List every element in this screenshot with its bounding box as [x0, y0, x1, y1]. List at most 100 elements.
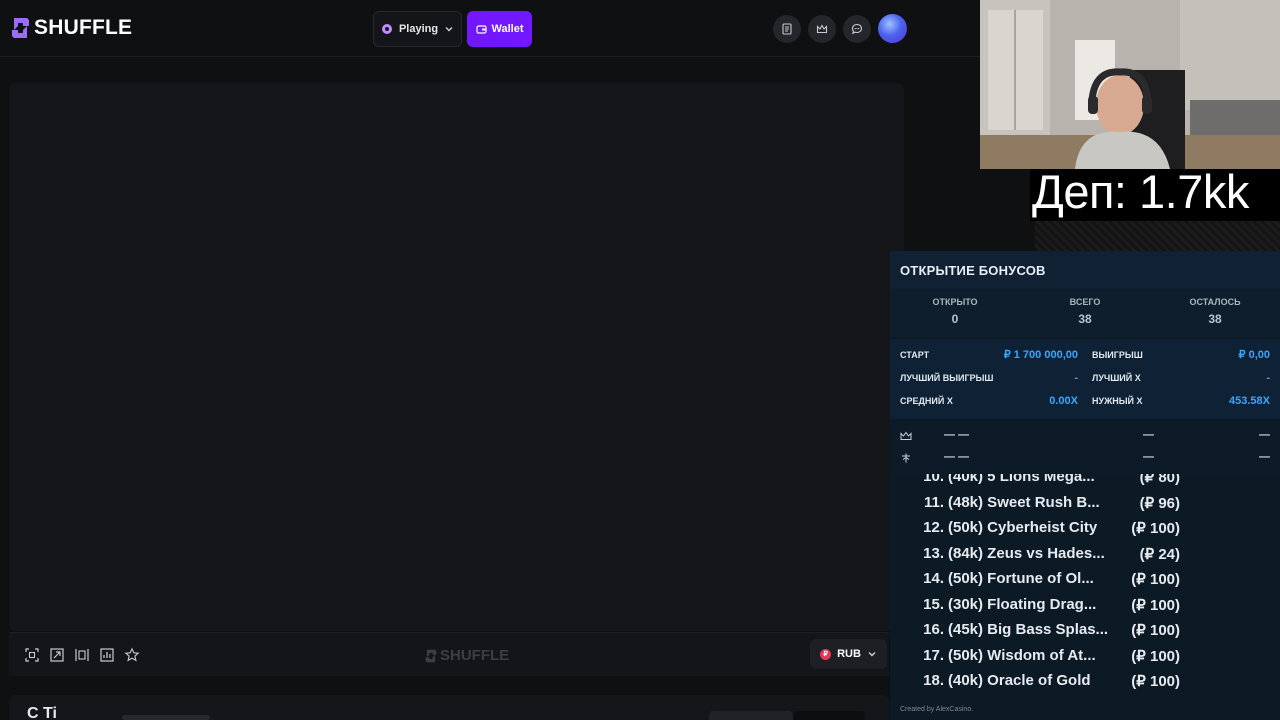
- shuffle-logo-icon: [425, 649, 437, 662]
- list-item-number: 10.: [923, 474, 944, 485]
- list-item-number: 15.: [923, 596, 944, 613]
- list-item-number: 11.: [923, 494, 944, 511]
- shuffle-logo[interactable]: SHUFFLE: [11, 16, 132, 40]
- list-item-name: (50k) Fortune of Ol...: [948, 570, 1094, 587]
- shovel-icon: [902, 453, 910, 463]
- list-item-number: 16.: [923, 621, 944, 638]
- worst-end: —: [1259, 451, 1270, 463]
- stat-total: ВСЕГО 38: [1025, 297, 1145, 326]
- list-item-bet: (₽ 100): [1131, 520, 1180, 537]
- best-x-label: ЛУЧШИЙ X: [1092, 373, 1141, 383]
- worst-name: — —: [944, 451, 970, 463]
- chip-icon: [381, 24, 392, 34]
- rewards-button[interactable]: [808, 15, 836, 43]
- fullscreen-icon[interactable]: [49, 647, 65, 663]
- list-item-name: (84k) Zeus vs Hades...: [948, 545, 1105, 562]
- list-item: 14. (50k) Fortune of Ol... (₽ 100): [890, 570, 1280, 594]
- ruble-icon: ₽: [820, 648, 832, 660]
- best-end: —: [1259, 429, 1270, 441]
- worst-mid: —: [1143, 451, 1154, 463]
- list-item-name: (50k) Cyberheist City: [948, 519, 1098, 536]
- best-win-value: -: [1074, 372, 1078, 384]
- list-item-name: (50k) Wisdom of At...: [948, 647, 1096, 664]
- list-item-number: 14.: [923, 570, 944, 587]
- list-item: 11. (48k) Sweet Rush B... (₽ 96): [890, 494, 1280, 518]
- carbon-pattern: [1035, 221, 1280, 251]
- list-item: 17. (50k) Wisdom of At... (₽ 100): [890, 647, 1280, 671]
- deposit-overlay-text: Деп: 1.7kk: [1032, 165, 1249, 218]
- stat-label: ОСТАЛОСЬ: [1189, 297, 1241, 307]
- avg-x-value: 0.00X: [1049, 395, 1078, 407]
- stats-icon[interactable]: [99, 647, 115, 663]
- game-toolbar: SHUFFLE: [9, 632, 889, 676]
- toolbar-logo: SHUFFLE: [425, 647, 509, 664]
- wallet-button[interactable]: Wallet: [467, 11, 532, 47]
- stat-label: ОТКРЫТО: [932, 297, 978, 307]
- best-mid: —: [1143, 429, 1154, 441]
- chevron-down-icon: [445, 27, 453, 32]
- game-frame[interactable]: [9, 83, 904, 631]
- bonus-stats: ОТКРЫТО 0 ВСЕГО 38 ОСТАЛОСЬ 38: [890, 289, 1280, 337]
- list-item-number: 17.: [923, 647, 944, 664]
- list-item-name: (45k) Big Bass Splas...: [948, 621, 1109, 638]
- list-item-name: (30k) Floating Drag...: [948, 596, 1097, 613]
- best-x-value: -: [1266, 372, 1270, 384]
- wallet-icon: [475, 24, 487, 34]
- crown-icon: [900, 431, 912, 440]
- currency-selector[interactable]: ₽ RUB: [810, 639, 887, 669]
- list-item: 18. (40k) Oracle of Gold (₽ 100): [890, 672, 1280, 696]
- stat-remaining: ОСТАЛОСЬ 38: [1155, 297, 1275, 326]
- playing-dropdown[interactable]: Playing: [373, 11, 462, 47]
- chat-button[interactable]: [843, 15, 871, 43]
- chevron-down-icon: [868, 652, 876, 657]
- list-item-bet: (₽ 100): [1131, 648, 1180, 665]
- stat-value: 38: [1208, 312, 1222, 326]
- list-item-name: (40k) 5 Lions Mega...: [948, 474, 1095, 485]
- list-item-name: (40k) Oracle of Gold: [948, 672, 1091, 689]
- bonus-hunt-panel: ОТКРЫТИЕ БОНУСОВ ОТКРЫТО 0 ВСЕГО 38 ОСТА…: [890, 251, 1280, 720]
- list-item: 13. (84k) Zeus vs Hades... (₽ 24): [890, 545, 1280, 569]
- list-item-bet: (₽ 80): [1139, 474, 1180, 486]
- playing-label: Playing: [398, 23, 439, 35]
- win-value: ₽ 0,00: [1238, 349, 1270, 361]
- info-tab-dark[interactable]: [793, 711, 865, 720]
- chat-icon: [851, 23, 863, 35]
- bonus-list: 10. (40k) 5 Lions Mega... (₽ 80) 11. (48…: [890, 474, 1280, 700]
- list-item-bet: (₽ 100): [1131, 597, 1180, 614]
- list-item-bet: (₽ 96): [1139, 495, 1180, 512]
- favorite-star-icon[interactable]: [124, 647, 140, 663]
- needed-x-value: 453.58X: [1229, 395, 1270, 407]
- stat-value: 0: [951, 312, 959, 326]
- best-name: — —: [944, 429, 970, 441]
- start-label: СТАРТ: [900, 350, 930, 360]
- list-item-bet: (₽ 24): [1139, 546, 1180, 563]
- best-results: — — — — — — — —: [890, 421, 1280, 474]
- info-tab[interactable]: [709, 711, 793, 720]
- theatre-mode-icon[interactable]: [74, 647, 90, 663]
- stat-opened: ОТКРЫТО 0: [895, 297, 1015, 326]
- list-item: 10. (40k) 5 Lions Mega... (₽ 80): [890, 474, 1280, 492]
- best-win-label: ЛУЧШИЙ ВЫИГРЫШ: [900, 373, 994, 383]
- game-info-strip: C Ti: [9, 695, 889, 720]
- notes-button[interactable]: [773, 15, 801, 43]
- list-item: 15. (30k) Floating Drag... (₽ 100): [890, 596, 1280, 620]
- list-item-bet: (₽ 100): [1131, 571, 1180, 588]
- logo-text: SHUFFLE: [34, 16, 133, 39]
- bonus-panel-title: ОТКРЫТИЕ БОНУСОВ: [900, 263, 1046, 278]
- toolbar-logo-text: SHUFFLE: [440, 647, 510, 664]
- webcam-feed: [980, 0, 1280, 169]
- list-item-number: 18.: [923, 672, 944, 689]
- screenshot-icon[interactable]: [24, 647, 40, 663]
- start-value: ₽ 1 700 000,00: [1003, 349, 1078, 361]
- provider-tag[interactable]: [122, 715, 210, 720]
- list-item-number: 12.: [923, 519, 944, 536]
- top-bar: SHUFFLE Playing Wallet: [0, 0, 980, 57]
- needed-x-label: НУЖНЫЙ X: [1092, 396, 1143, 406]
- list-item-bet: (₽ 100): [1131, 673, 1180, 690]
- bonus-panel-header: ОТКРЫТИЕ БОНУСОВ: [890, 251, 1280, 289]
- avg-x-label: СРЕДНИЙ X: [900, 396, 953, 406]
- avatar[interactable]: [878, 14, 907, 43]
- game-title-partial: C Ti: [27, 705, 57, 720]
- shuffle-logo-icon: [12, 18, 29, 38]
- win-label: ВЫИГРЫШ: [1092, 350, 1143, 360]
